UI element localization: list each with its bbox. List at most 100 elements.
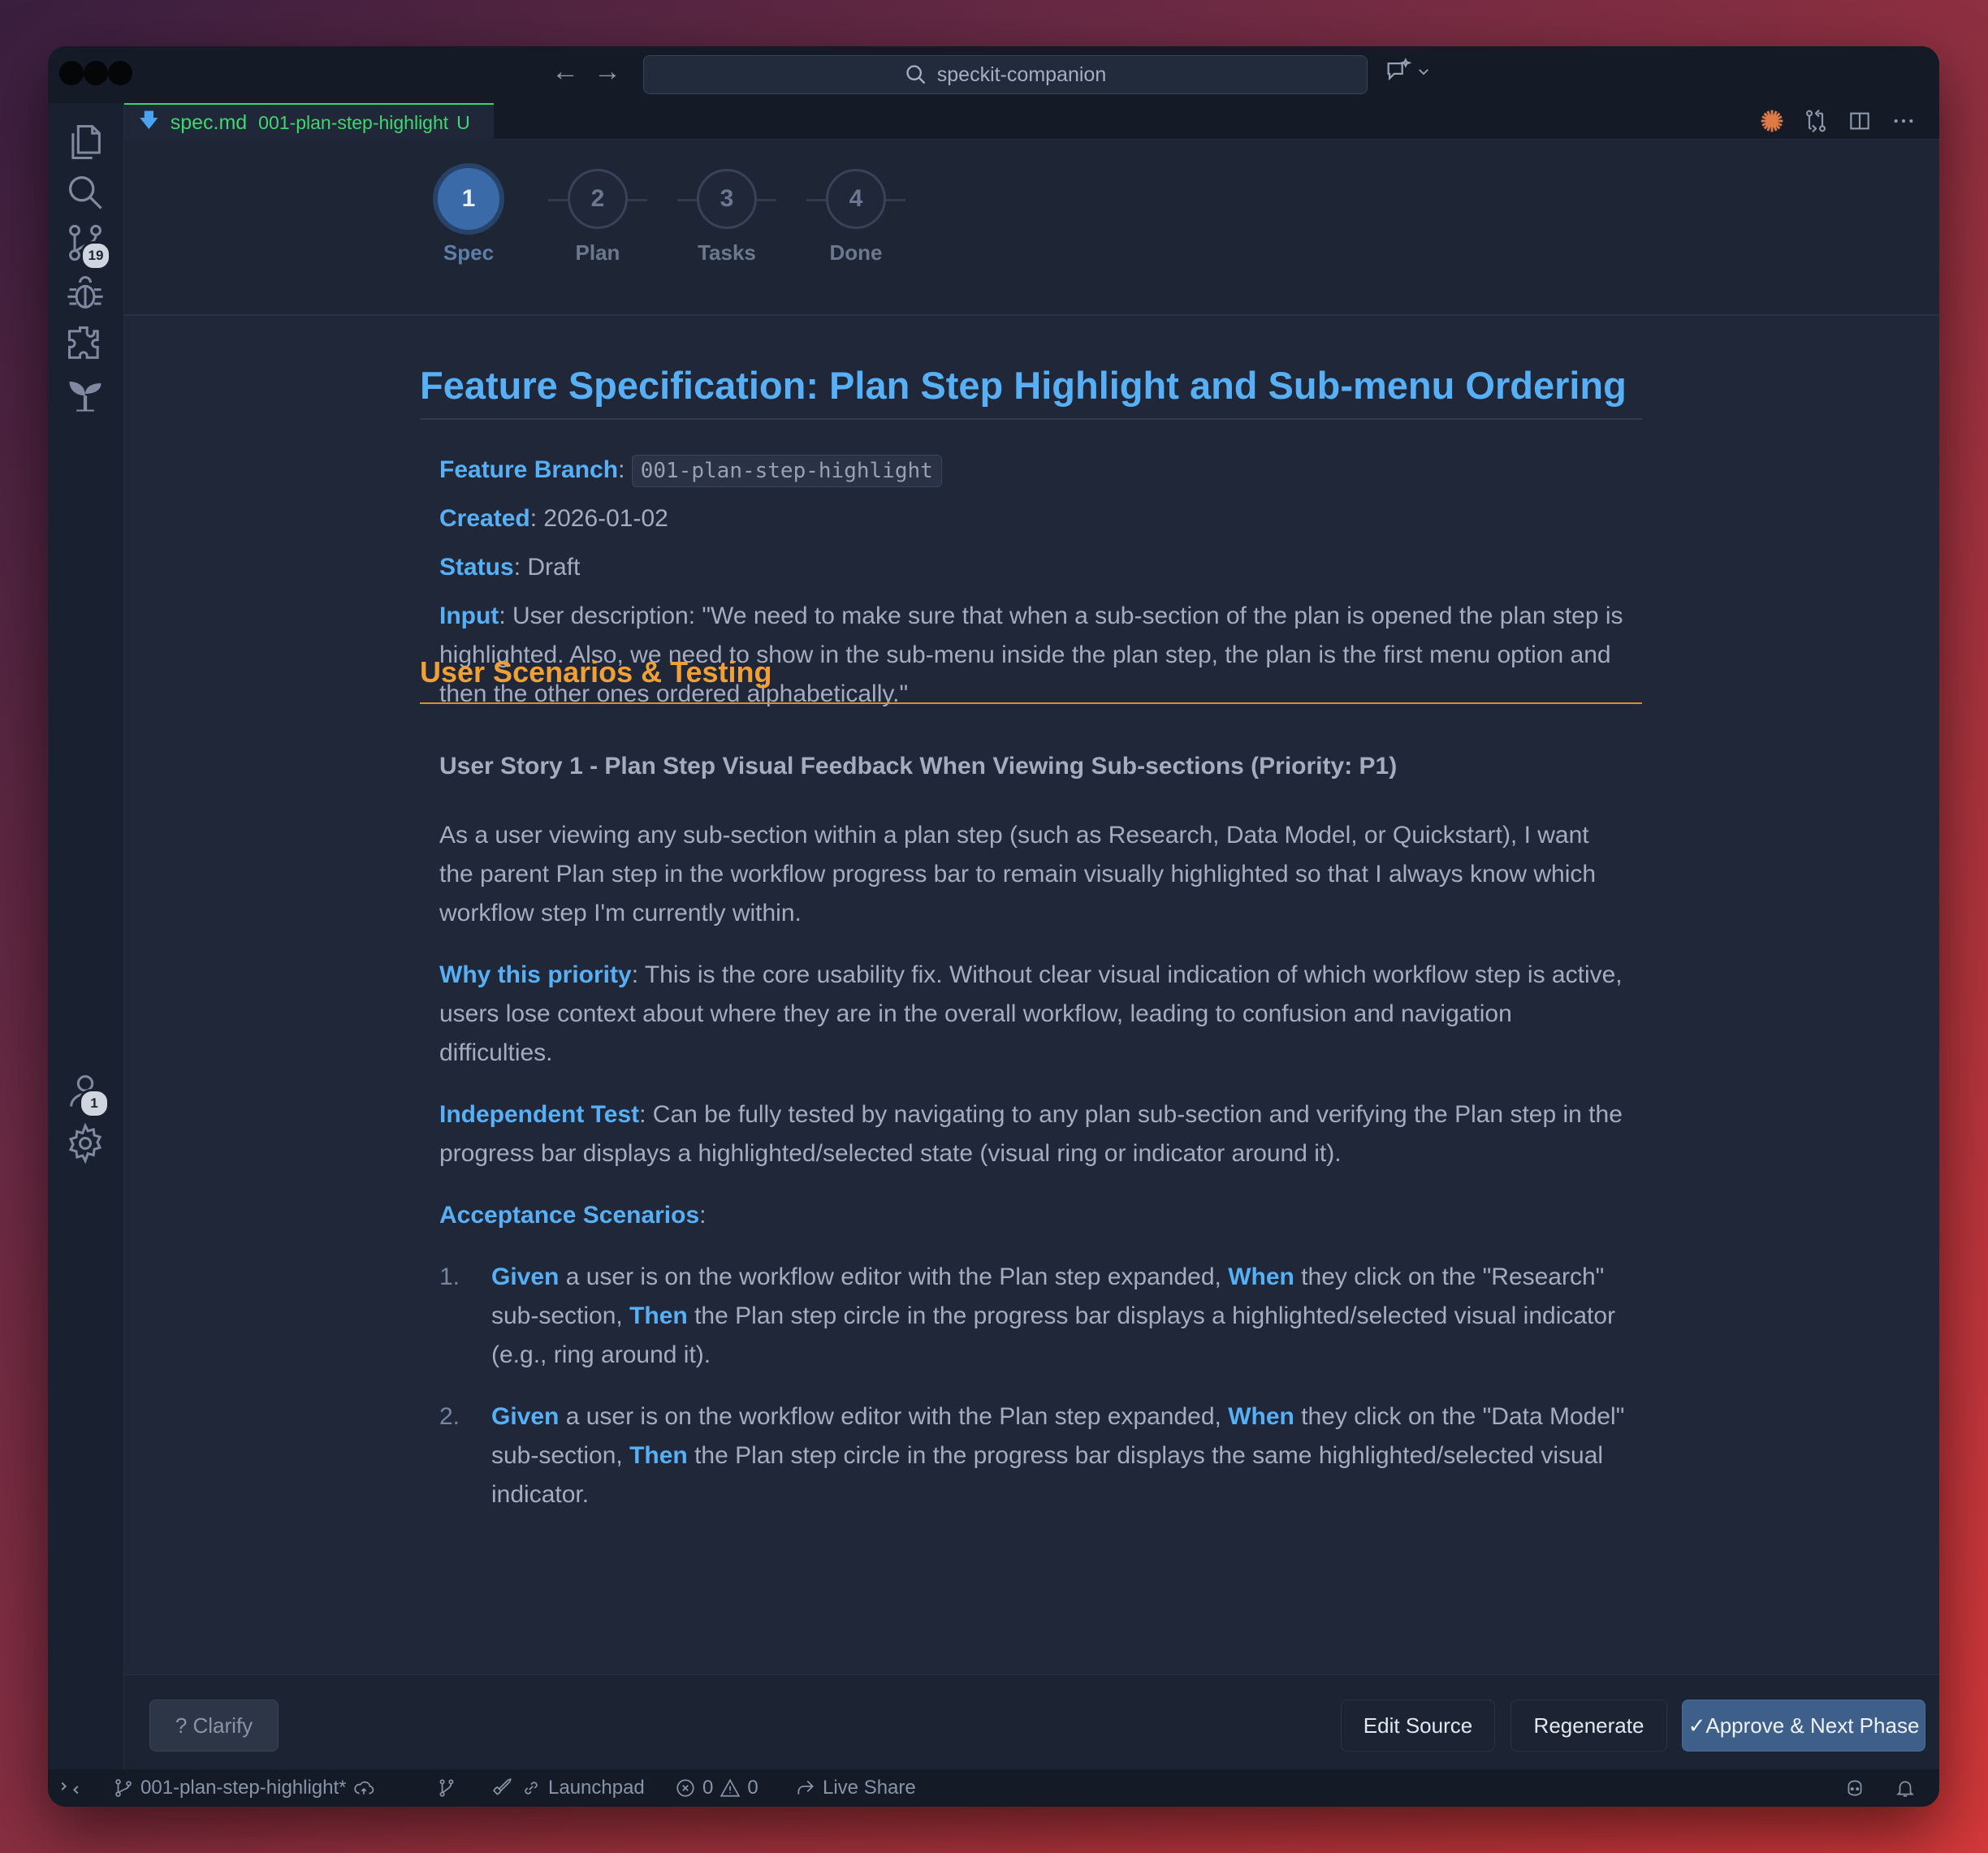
step-label: Plan — [575, 240, 620, 265]
search-icon — [906, 65, 926, 84]
split-editor-icon[interactable] — [1847, 108, 1873, 134]
remote-icon[interactable] — [59, 1769, 80, 1807]
compare-changes-icon[interactable] — [1803, 108, 1829, 134]
clarify-button[interactable]: ? Clarify — [149, 1700, 279, 1751]
launchpad-status[interactable]: Launchpad — [493, 1769, 645, 1807]
step-label: Tasks — [698, 240, 756, 265]
when-keyword: When — [1228, 1263, 1294, 1290]
activity-bar: 19 1 — [48, 103, 124, 1769]
workflow-progress-bar: 1 Spec 2 Plan 3 Tasks 4 Done — [124, 140, 1939, 316]
step-done[interactable]: 4 Done — [799, 169, 913, 266]
list-item: 2. Given a user is on the workflow edito… — [439, 1397, 1625, 1514]
why-label: Why this priority — [439, 961, 632, 988]
problems-status[interactable]: 0 0 — [675, 1769, 758, 1807]
meta-label: Feature Branch — [439, 456, 619, 483]
given-text: a user is on the workflow editor with th… — [559, 1263, 1229, 1290]
minimize-window-button[interactable] — [84, 61, 108, 85]
close-window-button[interactable] — [59, 61, 84, 85]
regenerate-button[interactable]: Regenerate — [1510, 1700, 1667, 1751]
meta-value: 2026-01-02 — [543, 505, 668, 532]
forward-arrow-icon[interactable]: → — [594, 56, 621, 88]
branch-name: 001-plan-step-highlight* — [140, 1777, 347, 1799]
meta-status: Status: Draft — [439, 554, 581, 581]
bell-icon[interactable] — [1895, 1769, 1916, 1807]
page-title: Feature Specification: Plan Step Highlig… — [420, 364, 1627, 407]
tab-branch: 001-plan-step-highlight — [258, 111, 449, 133]
link-icon — [525, 1782, 538, 1795]
then-keyword: Then — [629, 1442, 688, 1469]
source-control-badge: 19 — [80, 241, 111, 270]
step-tasks[interactable]: 3 Tasks — [670, 169, 784, 266]
accounts-badge: 1 — [79, 1089, 110, 1118]
then-keyword: Then — [629, 1302, 688, 1329]
story-text: As a user viewing any sub-section within… — [439, 822, 1597, 926]
extensions-icon[interactable] — [64, 322, 106, 365]
git-graph-icon[interactable] — [436, 1769, 457, 1807]
debug-icon[interactable] — [64, 272, 106, 314]
error-icon — [676, 1779, 694, 1797]
command-center-search[interactable]: speckit-companion — [643, 55, 1368, 94]
explorer-icon[interactable] — [64, 121, 106, 163]
chat-menu-button[interactable] — [1384, 58, 1431, 85]
when-keyword: When — [1228, 1403, 1294, 1430]
search-icon[interactable] — [64, 171, 106, 214]
meta-branch: Feature Branch: 001-plan-step-highlight — [439, 451, 1625, 490]
step-spec[interactable]: 1 Spec — [412, 163, 525, 266]
story-heading: User Story 1 - Plan Step Visual Feedback… — [439, 753, 1398, 780]
given-keyword: Given — [491, 1403, 560, 1430]
why-priority: Why this priority: This is the core usab… — [439, 961, 1623, 1066]
spec-action-bar: ? Clarify Edit Source Regenerate ✓Approv… — [124, 1674, 1939, 1770]
step-label: Done — [829, 240, 883, 265]
meta-value: Draft — [527, 554, 581, 581]
acceptance-heading: Acceptance Scenarios: — [439, 1202, 707, 1229]
tab-spec-md[interactable]: 🡇 spec.md 001-plan-step-highlight U — [124, 103, 494, 140]
step-circle: 4 — [826, 169, 886, 229]
rocket-icon — [493, 1778, 512, 1795]
branch-code: 001-plan-step-highlight — [631, 455, 942, 487]
live-share-icon — [797, 1780, 814, 1795]
live-share-label: Live Share — [823, 1777, 916, 1799]
step-label: Spec — [443, 240, 495, 265]
meta-label: Created — [439, 505, 530, 532]
gear-icon[interactable] — [64, 1122, 106, 1164]
scenario-text: Given a user is on the workflow editor w… — [491, 1258, 1625, 1375]
section-divider — [420, 702, 1642, 704]
list-item: 1. Given a user is on the workflow edito… — [439, 1258, 1625, 1375]
live-share-status[interactable]: Live Share — [795, 1769, 916, 1807]
list-number: 2. — [439, 1403, 460, 1430]
cloud-publish-icon — [353, 1781, 374, 1795]
list-number: 1. — [439, 1263, 460, 1290]
warning-count: 0 — [747, 1777, 758, 1799]
zoom-window-button[interactable] — [108, 61, 132, 85]
step-plan[interactable]: 2 Plan — [541, 169, 655, 266]
source-control-icon[interactable]: 19 — [64, 222, 111, 270]
section-heading: User Scenarios & Testing — [420, 655, 772, 689]
meta-label: Status — [439, 554, 514, 581]
copilot-icon[interactable] — [1844, 1769, 1865, 1807]
more-actions-icon[interactable] — [1891, 108, 1917, 134]
approve-next-phase-button[interactable]: ✓Approve & Next Phase — [1682, 1700, 1925, 1751]
warning-icon — [720, 1778, 741, 1797]
speckit-sprout-icon[interactable] — [64, 373, 106, 415]
step-circle: 3 — [697, 169, 757, 229]
tab-filename: spec.md — [170, 110, 248, 134]
meta-label: Input — [439, 603, 499, 629]
spec-viewer[interactable]: Feature Specification: Plan Step Highlig… — [124, 314, 1939, 1674]
tab-modified-indicator: U — [456, 111, 470, 133]
branch-icon — [115, 1779, 132, 1797]
branch-status[interactable]: 001-plan-step-highlight* — [113, 1769, 374, 1807]
edit-source-button[interactable]: Edit Source — [1341, 1700, 1495, 1751]
back-arrow-icon[interactable]: ← — [551, 56, 579, 88]
editor-tab-bar: 🡇 spec.md 001-plan-step-highlight U — [124, 103, 1939, 140]
chat-sparkle-icon — [1387, 58, 1411, 81]
title-bar: ← → speckit-companion — [48, 46, 1939, 103]
claude-spark-icon[interactable] — [1759, 108, 1785, 134]
chevron-down-icon — [1419, 69, 1428, 76]
test-label: Independent Test — [439, 1101, 640, 1128]
launchpad-label: Launchpad — [548, 1777, 645, 1799]
given-text: a user is on the workflow editor with th… — [559, 1403, 1229, 1430]
step-circle: 1 — [433, 163, 504, 235]
error-count: 0 — [702, 1777, 714, 1799]
accounts-icon[interactable]: 1 — [64, 1069, 110, 1118]
editor-window: ← → speckit-companion 19 1 🡇 spec.md 001… — [48, 46, 1939, 1807]
